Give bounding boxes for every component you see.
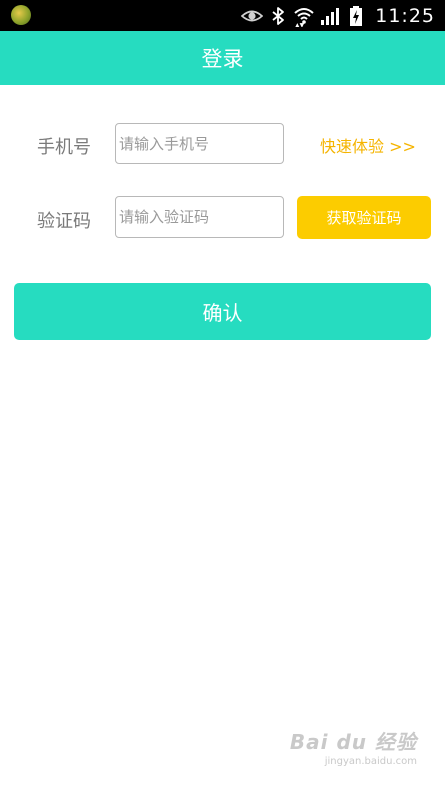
- get-code-button[interactable]: 获取验证码: [297, 196, 431, 239]
- status-clock: 11:25: [375, 4, 435, 27]
- status-icons: ▲▼ 11:25: [241, 0, 445, 31]
- bluetooth-icon: [267, 5, 289, 27]
- watermark-logo-text: Bai du 经验: [289, 730, 417, 754]
- phone-input[interactable]: [115, 123, 284, 164]
- app-notification-icon: [11, 5, 31, 25]
- page-title: 登录: [201, 47, 244, 71]
- baidu-watermark: Bai du 经验 jingyan.baidu.com: [290, 726, 417, 767]
- code-label: 验证码: [37, 211, 91, 232]
- confirm-button[interactable]: 确认: [14, 283, 431, 340]
- title-bar: 登录: [0, 31, 445, 85]
- wifi-icon: ▲▼: [293, 5, 315, 27]
- eye-icon: [241, 5, 264, 27]
- status-bar: ▲▼ 11:25: [0, 0, 445, 31]
- svg-text:▲▼: ▲▼: [295, 22, 305, 27]
- phone-label: 手机号: [37, 137, 91, 158]
- watermark-url: jingyan.baidu.com: [324, 756, 417, 767]
- login-screen: ▲▼ 11:25 登录 手机号 请输入手机号 快速体验 >> 验证码 请输入验证…: [0, 0, 445, 791]
- signal-icon: [319, 5, 341, 27]
- quick-experience-link[interactable]: 快速体验 >>: [320, 133, 416, 157]
- battery-charging-icon: [345, 5, 367, 27]
- verification-code-input[interactable]: [115, 196, 284, 238]
